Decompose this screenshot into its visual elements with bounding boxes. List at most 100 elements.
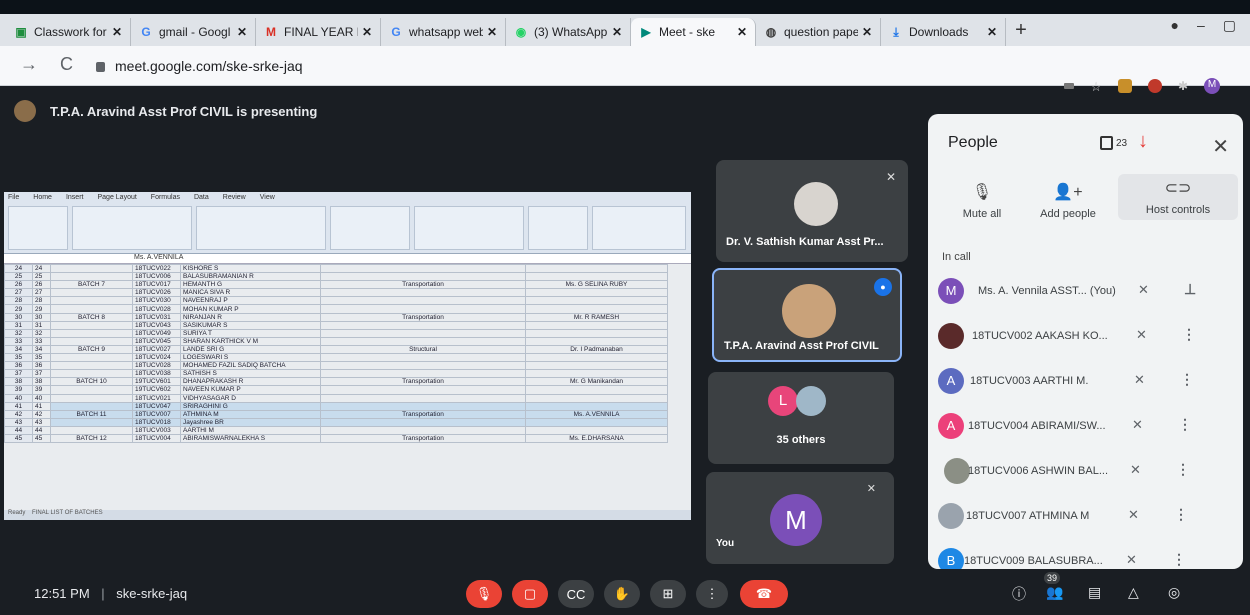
back-arrow-icon[interactable]: → [20, 54, 38, 75]
camera-indicator-icon[interactable] [1064, 83, 1075, 89]
participant-tile-aravind[interactable]: ● T.P.A. Aravind Asst Prof CIVIL [712, 268, 902, 362]
sheet-cell-name[interactable]: LANDE SRI G [180, 344, 321, 355]
sheet-cell-name[interactable]: DHANAPRAKASH R [180, 377, 321, 387]
participant-row[interactable]: A 18TUCV003 AARTHI M. ✕ ⋮ [928, 362, 1243, 398]
host-controls-icon[interactable]: ◎ [1168, 584, 1180, 601]
sheet-cell-guide[interactable]: Ms. E.DHARSANA [525, 433, 668, 444]
sheet-cell-a[interactable]: 30 [32, 312, 51, 322]
sheet-cell-guide[interactable] [525, 361, 668, 371]
leave-call-button[interactable]: ☎ [740, 580, 788, 608]
sheet-cell-a[interactable]: 27 [32, 288, 51, 298]
sheet-cell-rn[interactable]: 29 [4, 304, 33, 314]
sheet-cell-batch[interactable] [50, 320, 133, 330]
sheet-cell-a[interactable]: 45 [32, 433, 51, 444]
sheet-cell-a[interactable]: 26 [32, 280, 51, 290]
sheet-cell-a[interactable]: 33 [32, 336, 51, 346]
new-tab-button[interactable]: + [1006, 19, 1036, 42]
sheet-cell-reg[interactable]: 18TUCV028 [132, 361, 181, 371]
star-icon[interactable]: ☆ [1090, 79, 1102, 94]
sheet-cell-guide[interactable] [525, 320, 668, 330]
sheet-cell-subject[interactable] [320, 320, 526, 330]
sheet-cell-name[interactable]: KISHORE S [180, 263, 321, 274]
sheet-cell-subject[interactable]: Transportation [320, 409, 526, 419]
participant-tile-sathish[interactable]: ✕ Dr. V. Sathish Kumar Asst Pr... [716, 160, 908, 262]
sheet-cell-guide[interactable]: Ms. A.VENNILA [525, 409, 668, 419]
sheet-cell-guide[interactable] [525, 336, 668, 346]
sheet-cell-a[interactable]: 28 [32, 296, 51, 306]
sheet-cell-batch[interactable]: BATCH 11 [50, 409, 133, 419]
sheet-cell-batch[interactable] [50, 272, 133, 282]
sheet-cell-reg[interactable]: 18TUCV045 [132, 336, 181, 346]
sheet-cell-guide[interactable]: Mr. R RAMESH [525, 312, 668, 322]
sheet-cell-a[interactable]: 37 [32, 369, 51, 379]
sheet-cell-subject[interactable]: Transportation [320, 377, 526, 387]
sheet-cell-reg[interactable]: 18TUCV024 [132, 353, 181, 363]
sheet-cell-subject[interactable] [320, 328, 526, 338]
more-vert-icon[interactable]: ⋮ [1178, 416, 1192, 433]
close-tab-icon[interactable]: ✕ [862, 25, 872, 39]
account-circle-icon[interactable]: ● [1171, 17, 1179, 34]
browser-tab[interactable]: ⤓ Downloads ✕ [881, 18, 1006, 46]
participant-row[interactable]: 18TUCV002 AAKASH KO... ✕ ⋮ [928, 317, 1243, 353]
mic-off-icon[interactable]: ✕ [1136, 327, 1147, 343]
sheet-cell-batch[interactable] [50, 361, 133, 371]
sheet-cell-name[interactable]: SHARAN KARTHICK V M [180, 336, 321, 346]
sheet-cell-subject[interactable]: Transportation [320, 280, 526, 290]
extension-icon[interactable] [1147, 79, 1162, 93]
sheet-cell-rn[interactable]: 27 [4, 288, 33, 298]
sheet-cell-batch[interactable] [50, 353, 133, 363]
participant-row[interactable]: A 18TUCV004 ABIRAMI/SW... ✕ ⋮ [928, 407, 1243, 443]
close-tab-icon[interactable]: ✕ [487, 25, 497, 39]
profile-avatar[interactable]: M [1204, 78, 1220, 94]
sheet-cell-a[interactable]: 43 [32, 417, 51, 427]
sheet-cell-batch[interactable] [50, 393, 133, 403]
sheet-cell-subject[interactable] [320, 288, 526, 298]
sheet-cell-rn[interactable]: 43 [4, 417, 33, 427]
add-people-button[interactable]: 👤+ Add people [1018, 182, 1118, 220]
browser-tab[interactable]: Gwhatsapp web ✕ [381, 18, 506, 46]
minimize-icon[interactable]: – [1197, 17, 1205, 34]
sheet-cell-a[interactable]: 25 [32, 272, 51, 282]
close-tab-icon[interactable]: ✕ [737, 25, 747, 39]
sheet-cell-reg[interactable]: 18TUCV043 [132, 320, 181, 330]
sheet-cell-a[interactable]: 36 [32, 361, 51, 371]
sheet-cell-batch[interactable]: BATCH 9 [50, 344, 133, 355]
sheet-cell-batch[interactable] [50, 369, 133, 379]
sheet-cell-rn[interactable]: 26 [4, 280, 33, 290]
sheet-cell-guide[interactable]: Mr. G Manikandan [525, 377, 668, 387]
more-vert-icon[interactable]: ⋮ [1180, 371, 1194, 388]
sheet-cell-rn[interactable]: 36 [4, 361, 33, 371]
sheet-cell-name[interactable]: MANICA SIVA R [180, 288, 321, 298]
sheet-cell-rn[interactable]: 25 [4, 272, 33, 282]
sheet-cell-reg[interactable]: 18TUCV006 [132, 272, 181, 282]
sheet-cell-subject[interactable] [320, 393, 526, 403]
sheet-cell-a[interactable]: 40 [32, 393, 51, 403]
sheet-cell-guide[interactable] [525, 425, 668, 435]
activities-icon[interactable]: △ [1128, 584, 1139, 601]
sheet-cell-batch[interactable] [50, 336, 133, 346]
sheet-cell-rn[interactable]: 33 [4, 336, 33, 346]
sheet-cell-guide[interactable]: Dr. I Padmanaban [525, 344, 668, 355]
mute-all-button[interactable]: 🎙 Mute all [932, 182, 1032, 220]
sheet-cell-rn[interactable]: 44 [4, 425, 33, 435]
sheet-cell-subject[interactable]: Transportation [320, 433, 526, 444]
sheet-cell-reg[interactable]: 19TUCV602 [132, 385, 181, 395]
more-options-button[interactable]: ⋮ [696, 580, 728, 608]
raise-hand-button[interactable]: ✋ [604, 580, 640, 608]
sheet-cell-rn[interactable]: 31 [4, 320, 33, 330]
sheet-cell-subject[interactable]: Structural [320, 344, 526, 355]
sheet-cell-name[interactable]: SRIRAGHINI G [180, 401, 321, 411]
browser-tab[interactable]: ▣ Classwork for ✕ [6, 18, 131, 46]
captions-button[interactable]: CC [558, 580, 594, 608]
close-tab-icon[interactable]: ✕ [362, 25, 372, 39]
sheet-cell-a[interactable]: 31 [32, 320, 51, 330]
sheet-cell-name[interactable]: BALASUBRAMANIAN R [180, 272, 321, 282]
sheet-cell-guide[interactable] [525, 272, 668, 282]
sheet-cell-name[interactable]: LOGESWARI S [180, 353, 321, 363]
sheet-cell-batch[interactable] [50, 328, 133, 338]
sheet-cell-reg[interactable]: 18TUCV018 [132, 417, 181, 427]
close-tab-icon[interactable]: ✕ [237, 25, 247, 39]
sheet-cell-reg[interactable]: 18TUCV049 [132, 328, 181, 338]
sheet-cell-name[interactable]: NAVEEN KUMAR P [180, 385, 321, 395]
sheet-cell-rn[interactable]: 24 [4, 263, 33, 274]
